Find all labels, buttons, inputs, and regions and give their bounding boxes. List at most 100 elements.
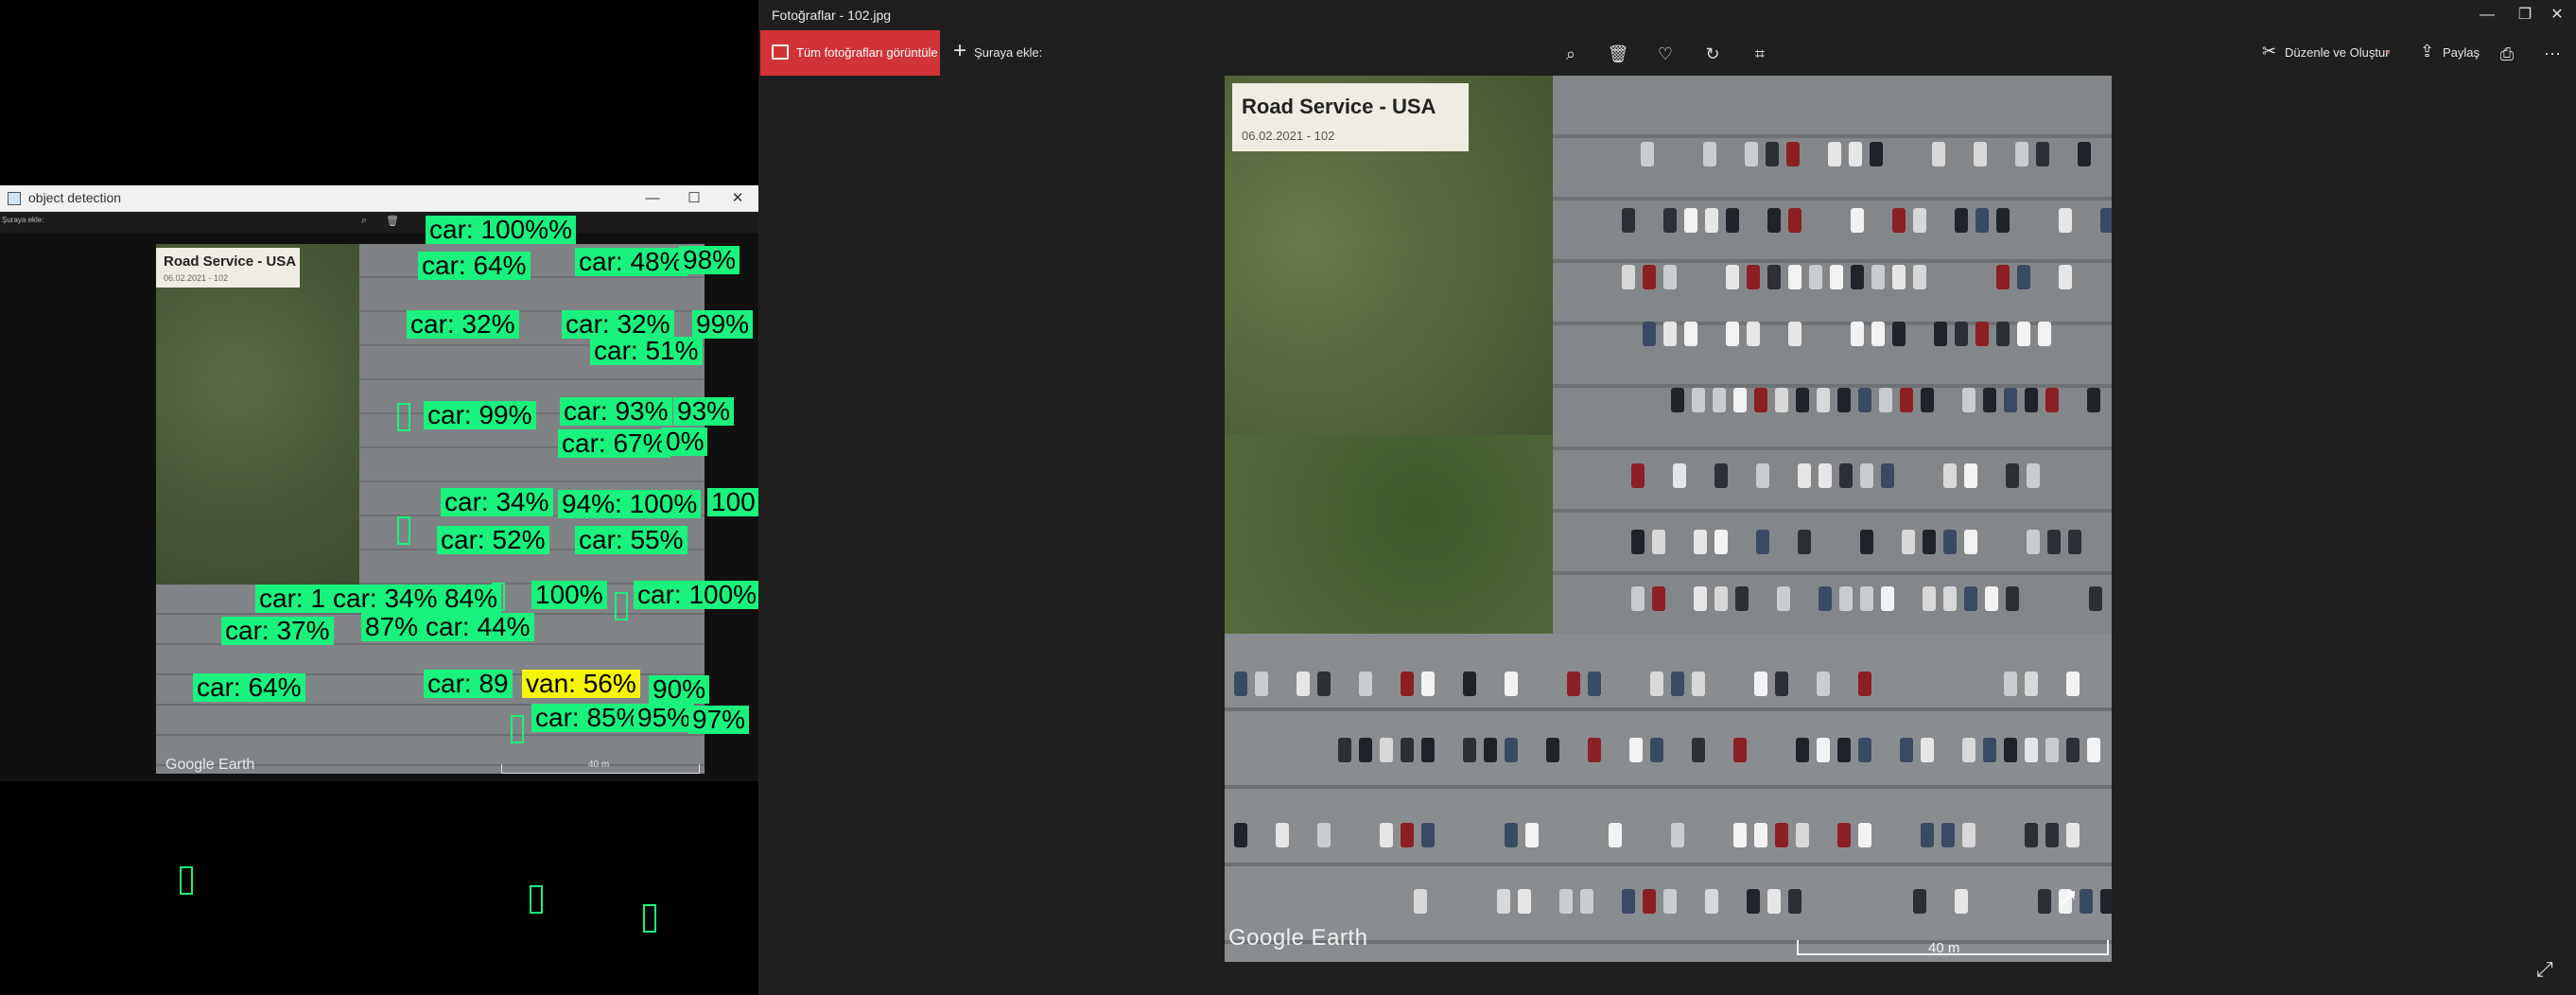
parked-car (1726, 208, 1739, 233)
more-icon[interactable]: ⋯ (2536, 40, 2568, 68)
od-window-title: object detection (28, 190, 122, 205)
parked-car (1754, 388, 1767, 412)
minimize-button[interactable]: — (641, 188, 664, 209)
parked-car (1858, 388, 1871, 412)
photos-window: Fotoğraflar - 102.jpg — ❐ ✕ Tüm fotoğraf… (758, 0, 2576, 995)
rotate-icon[interactable]: ↻ (1697, 40, 1729, 68)
parked-car (2100, 208, 2112, 233)
parked-car (1414, 889, 1427, 914)
parked-car (1505, 823, 1518, 847)
parked-car (1871, 265, 1885, 289)
parked-car (1932, 142, 1945, 166)
parked-car (1705, 889, 1718, 914)
parked-car (1851, 322, 1864, 346)
parked-car (1588, 672, 1601, 696)
parked-car (1943, 586, 1957, 611)
zoom-icon[interactable]: ⌕ (1555, 40, 1587, 68)
parked-car (1234, 672, 1247, 696)
parked-car (1788, 265, 1801, 289)
photo-icon (772, 44, 789, 60)
parked-car (1650, 672, 1663, 696)
parked-car (1892, 322, 1906, 346)
parked-car (2059, 208, 2072, 233)
parked-car (1923, 586, 1936, 611)
edit-icon: ✂ (2262, 42, 2277, 61)
all-photos-button[interactable]: Tüm fotoğrafları görüntüle (760, 30, 940, 76)
parked-car (1692, 672, 1705, 696)
parked-car (1663, 265, 1677, 289)
photos-toolbar: Tüm fotoğrafları görüntüle + Şuraya ekle… (758, 30, 2576, 76)
parked-car (1817, 672, 1830, 696)
maximize-button[interactable]: ☐ (683, 188, 705, 209)
parked-car (1747, 265, 1760, 289)
parked-car (1996, 208, 2010, 233)
parked-car (1580, 889, 1593, 914)
parked-car (1255, 672, 1268, 696)
detection-label: 84% (441, 585, 502, 613)
scale-label: 40 m (1928, 940, 1960, 956)
parked-car (1234, 823, 1247, 847)
parked-car (1786, 142, 1800, 166)
parked-car (1733, 738, 1747, 762)
parked-cars (1225, 76, 2112, 962)
parked-car (2045, 823, 2059, 847)
close-button[interactable]: ✕ (726, 188, 749, 209)
parked-car (1559, 889, 1573, 914)
parked-car (1650, 738, 1663, 762)
parked-car (1817, 738, 1830, 762)
heart-icon[interactable]: ♡ (1649, 40, 1681, 68)
detection-label: car: 37% (221, 617, 334, 645)
parked-car (1943, 530, 1957, 554)
parked-car (1643, 889, 1656, 914)
parked-car (1964, 586, 1977, 611)
parked-car (1692, 388, 1705, 412)
detection-label: 100% (531, 581, 607, 609)
od-titlebar[interactable]: object detection — ☐ ✕ (0, 185, 758, 212)
parked-car (1380, 823, 1393, 847)
parked-car (1858, 738, 1871, 762)
parked-car (2045, 388, 2059, 412)
parked-car (2045, 738, 2059, 762)
crop-icon[interactable]: ⌗ (1744, 40, 1776, 68)
add-to-label: Şuraya ekle: (974, 45, 1043, 60)
edit-create-label: Düzenle ve Oluştur (2285, 45, 2390, 60)
parked-car (1775, 823, 1788, 847)
parked-car (1851, 265, 1864, 289)
detection-label: car: 100%% (426, 216, 576, 244)
parked-car (1860, 463, 1873, 488)
print-icon[interactable]: ⎙ (2491, 40, 2523, 68)
parked-car (1809, 265, 1822, 289)
close-button[interactable]: ✕ (2538, 4, 2576, 26)
all-photos-label: Tüm fotoğrafları görüntüle (796, 45, 938, 60)
parked-car (2087, 738, 2100, 762)
parked-car (1964, 530, 1977, 554)
detection-label: car: 64% (193, 673, 305, 702)
detection-label: 99% (692, 310, 754, 339)
parked-car (2025, 823, 2038, 847)
delete-icon[interactable]: 🗑 (1602, 40, 1634, 68)
parked-car (1421, 672, 1435, 696)
expand-icon[interactable]: ⤢ (2536, 957, 2565, 986)
parked-car (1921, 738, 1934, 762)
parked-car (2017, 265, 2030, 289)
parked-car (2038, 322, 2051, 346)
parked-car (1766, 142, 1779, 166)
parked-car (1643, 322, 1656, 346)
parked-car (1714, 463, 1728, 488)
parked-car (1996, 265, 2010, 289)
od-google-earth-watermark: Google Earth (165, 757, 255, 773)
parked-car (1767, 208, 1781, 233)
parked-car (1317, 823, 1331, 847)
aerial-photo[interactable]: Road Service - USA 06.02.2021 - 102 Goog… (1225, 76, 2112, 962)
parked-car (1622, 265, 1635, 289)
parked-car (1788, 208, 1801, 233)
parked-car (1767, 265, 1781, 289)
parked-car (1839, 586, 1853, 611)
parked-car (1851, 208, 1864, 233)
detection-label: car: 34% (441, 488, 553, 516)
minimize-button[interactable]: — (2468, 4, 2506, 26)
add-to-button[interactable]: + Şuraya ekle: (948, 30, 1052, 76)
parked-car (2036, 142, 2049, 166)
parked-car (1923, 530, 1936, 554)
parked-car (1934, 322, 1947, 346)
